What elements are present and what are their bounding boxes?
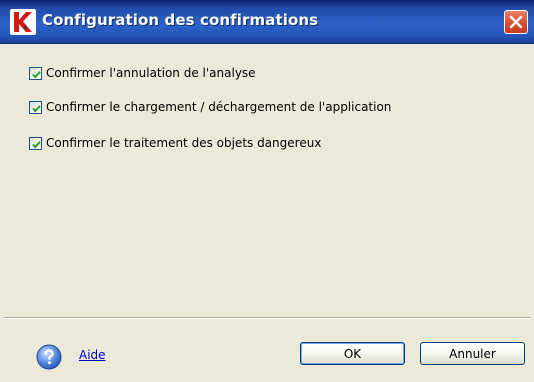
option-label: Confirmer le chargement / déchargement d…	[46, 100, 392, 114]
ok-button[interactable]: OK	[300, 342, 405, 365]
option-label: Confirmer le traitement des objets dange…	[46, 136, 322, 150]
kaspersky-logo-icon	[10, 9, 36, 35]
footer-separator	[4, 317, 530, 319]
options-panel: Confirmer l'annulation de l'analyse Conf…	[4, 44, 530, 314]
checkbox[interactable]	[29, 136, 42, 150]
dialog-window: Configuration des confirmations Confirme…	[0, 0, 534, 382]
window-title: Configuration des confirmations	[42, 11, 319, 29]
title-bar[interactable]: Configuration des confirmations	[0, 0, 534, 44]
option-confirm-cancel-scan[interactable]: Confirmer l'annulation de l'analyse	[29, 64, 256, 82]
cancel-button[interactable]: Annuler	[420, 342, 525, 365]
check-mark-icon	[32, 104, 41, 112]
option-label: Confirmer l'annulation de l'analyse	[46, 66, 256, 80]
check-mark-icon	[32, 140, 41, 148]
help-icon[interactable]	[36, 344, 62, 370]
checkbox[interactable]	[29, 100, 42, 114]
option-confirm-dangerous-objects[interactable]: Confirmer le traitement des objets dange…	[29, 134, 321, 152]
dialog-footer: Aide OK Annuler	[0, 320, 534, 382]
help-link[interactable]: Aide	[79, 348, 106, 362]
option-confirm-load-unload[interactable]: Confirmer le chargement / déchargement d…	[29, 98, 391, 116]
close-button[interactable]	[504, 10, 528, 34]
check-mark-icon	[32, 70, 41, 78]
close-icon	[509, 15, 523, 29]
checkbox[interactable]	[29, 66, 42, 80]
